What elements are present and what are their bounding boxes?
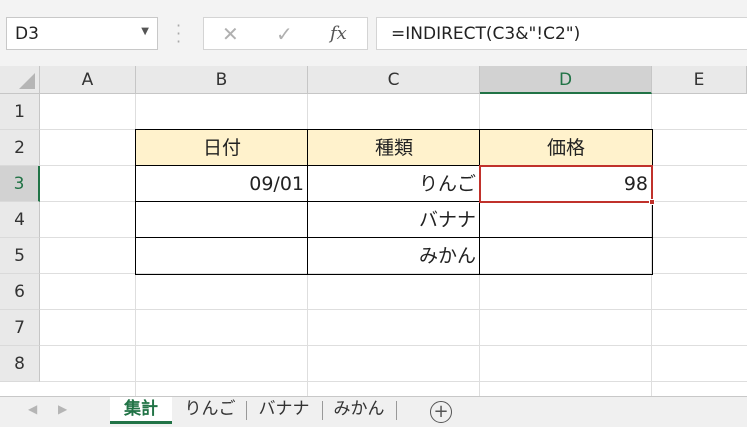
row-header-8[interactable]: 8 xyxy=(0,346,40,382)
column-header-a[interactable]: A xyxy=(40,66,136,94)
enter-icon[interactable]: ✓ xyxy=(276,22,293,46)
name-box[interactable]: D3 ▼ xyxy=(6,17,158,50)
insert-function-icon[interactable]: fx xyxy=(330,23,347,44)
column-header-c[interactable]: C xyxy=(308,66,480,94)
row-header-2[interactable]: 2 xyxy=(0,130,40,166)
formula-buttons: ✕ ✓ fx xyxy=(203,17,368,50)
tab-divider xyxy=(322,401,323,420)
table-border xyxy=(307,129,308,275)
gridline xyxy=(40,381,747,382)
select-all-corner[interactable] xyxy=(0,66,40,94)
formula-text: =INDIRECT(C3&"!C2") xyxy=(391,24,581,44)
cell-d4[interactable] xyxy=(480,202,652,238)
cell-d2[interactable]: 価格 xyxy=(480,130,652,166)
drag-handle-icon[interactable]: · · · xyxy=(176,18,181,50)
cell-c5[interactable]: みかん xyxy=(308,238,480,274)
cell-b3[interactable]: 09/01 xyxy=(136,166,308,202)
sheet-tab-mikan[interactable]: みかん xyxy=(326,397,392,424)
table-border xyxy=(135,237,653,238)
sheet-tab-bar: ◀ ▶ 集計 りんご バナナ みかん + xyxy=(0,396,747,427)
tab-divider xyxy=(246,401,247,420)
cell-c3[interactable]: りんご xyxy=(308,166,480,202)
fill-handle[interactable] xyxy=(649,199,655,205)
cancel-icon[interactable]: ✕ xyxy=(222,22,239,46)
formula-input[interactable]: =INDIRECT(C3&"!C2") xyxy=(376,17,747,50)
add-sheet-icon[interactable]: + xyxy=(430,401,452,423)
sheet-tab-apple[interactable]: りんご xyxy=(178,397,242,424)
row-header-4[interactable]: 4 xyxy=(0,202,40,238)
cell-b4[interactable] xyxy=(136,202,308,238)
column-header-e[interactable]: E xyxy=(652,66,747,94)
worksheet-grid[interactable]: A B C D E 1 2 3 4 5 6 7 8 日付 種類 価格 09/01… xyxy=(0,66,747,396)
row-header-5[interactable]: 5 xyxy=(0,238,40,274)
cell-d5[interactable] xyxy=(480,238,652,274)
row-header-1[interactable]: 1 xyxy=(0,94,40,130)
tab-divider xyxy=(396,401,397,420)
select-all-icon xyxy=(19,73,35,89)
column-header-d[interactable]: D xyxy=(480,66,652,94)
column-header-b[interactable]: B xyxy=(136,66,308,94)
scroll-left-icon[interactable]: ◀ xyxy=(28,402,37,416)
cell-b2[interactable]: 日付 xyxy=(136,130,308,166)
formula-bar: D3 ▼ · · · ✕ ✓ fx =INDIRECT(C3&"!C2") xyxy=(0,0,747,68)
scroll-right-icon[interactable]: ▶ xyxy=(58,402,67,416)
sheet-tab-banana[interactable]: バナナ xyxy=(250,397,318,424)
gridline xyxy=(40,309,747,310)
name-box-value: D3 xyxy=(15,24,39,44)
row-header-6[interactable]: 6 xyxy=(0,274,40,310)
sheet-tab-summary[interactable]: 集計 xyxy=(110,397,172,424)
row-header-3[interactable]: 3 xyxy=(0,166,40,202)
gridline xyxy=(40,345,747,346)
row-header-7[interactable]: 7 xyxy=(0,310,40,346)
cell-c4[interactable]: バナナ xyxy=(308,202,480,238)
cell-b5[interactable] xyxy=(136,238,308,274)
chevron-down-icon[interactable]: ▼ xyxy=(141,26,149,37)
active-cell-outline[interactable] xyxy=(479,165,655,205)
cell-c2[interactable]: 種類 xyxy=(308,130,480,166)
